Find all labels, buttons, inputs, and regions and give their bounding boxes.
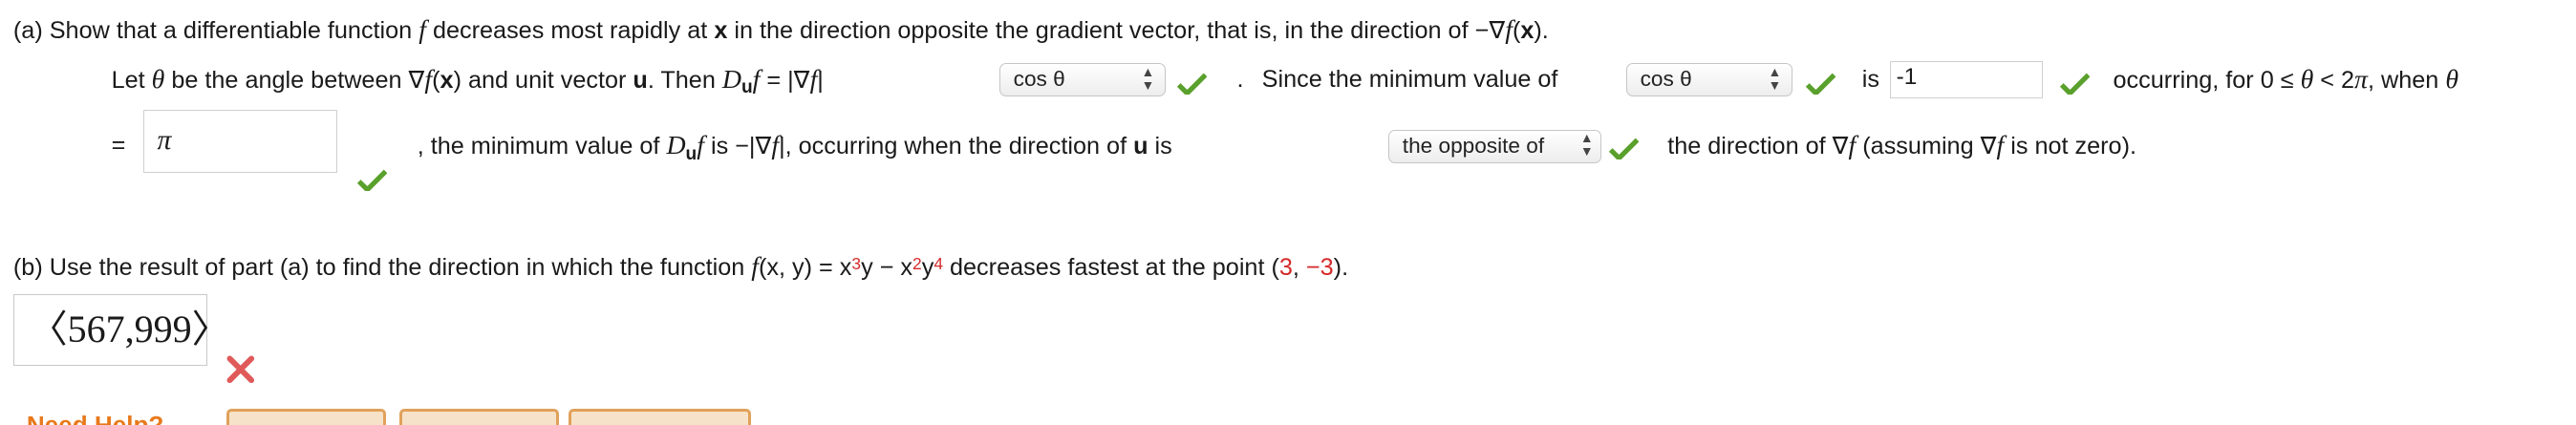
correct-check-icon [1176,73,1208,96]
theta-symbol: θ [2300,64,2314,95]
select-cos-theta-2[interactable]: cos θ ▲ ▼ [1625,63,1792,96]
text: y − x [861,254,913,282]
f-symbol: f [1505,14,1513,45]
text: is −|∇ [703,133,772,160]
select-value: the opposite of [1402,133,1545,158]
f-symbol: f [751,252,760,283]
exponent: 4 [934,254,943,273]
text: Let [111,66,152,94]
text: , the minimum value of [417,133,667,160]
equals-sign: = [111,132,126,159]
text: y [921,254,934,282]
correct-check-icon [357,169,388,192]
f-symbol: f [419,14,426,45]
dot-separator: . [1236,65,1244,93]
text: ( [432,66,440,94]
text: | [817,66,824,94]
part-a-intro: (a) Show that a differentiable function … [13,15,1549,46]
exponent: 3 [851,254,862,273]
let-theta-sentence: Let θ be the angle between ∇f(x) and uni… [112,65,824,97]
theta-symbol: θ [151,64,165,95]
help-button-3[interactable] [569,409,752,425]
text: . Then [647,66,722,94]
text: , when [2368,66,2446,94]
part-b-question: (b) Use the result of part (a) to find t… [13,252,1348,283]
directional-derivative-symbol: D [721,64,741,95]
f-symbol: f [771,131,780,161]
occurring-text: occurring, for 0 ≤ θ < 2π, when θ [2114,65,2458,96]
f-symbol: f [697,131,704,161]
u-vector: u [1133,133,1148,160]
min-value-input[interactable]: -1 [1890,61,2044,98]
text: in the direction opposite the gradient v… [727,16,1506,44]
text: ). [1333,254,1349,282]
pi-symbol: π [2354,64,2368,95]
incorrect-x-icon [226,355,254,384]
updown-arrows-icon: ▲ ▼ [1579,130,1594,159]
text: the direction of ∇ [1667,133,1849,160]
text: ). [1534,16,1549,44]
f-symbol: f [424,64,433,95]
theta-symbol: θ [2445,64,2458,95]
text: , [1292,254,1306,282]
select-value: cos θ [1013,67,1065,92]
text: occurring, for 0 ≤ [2113,66,2301,94]
text: is [1148,133,1172,160]
u-vector: u [633,66,648,94]
exponent: 2 [912,254,922,273]
help-button-2[interactable] [398,409,559,425]
minimum-value-sentence: , the minimum value of Duf is −|∇f|, occ… [418,131,1172,163]
updown-arrows-icon: ▲ ▼ [1141,63,1155,93]
text: = |∇ [760,66,810,94]
is-text: is [1861,65,1880,93]
select-value: cos θ [1640,67,1692,92]
help-button-1[interactable] [225,409,386,425]
text: (a) Show that a differentiable function [12,16,419,44]
since-text: Since the minimum value of [1261,65,1558,93]
answer-input[interactable]: 〈567,999〉 [12,293,230,366]
text: < 2 [2313,66,2355,94]
text: ) and unit vector [453,66,633,94]
text: is not zero). [2004,133,2136,160]
function-args: (x, y) = x [759,254,852,282]
text: (b) Use the result of part (a) to find t… [12,254,752,282]
select-direction[interactable]: the opposite of ▲ ▼ [1387,129,1601,163]
x-vector: x [714,16,728,44]
directional-derivative-symbol: D [666,131,686,161]
updown-arrows-icon: ▲ ▼ [1768,63,1782,93]
u-subscript: u [741,77,753,98]
correct-check-icon [1609,138,1640,160]
theta-value-input[interactable]: π [142,109,338,173]
text: (assuming ∇ [1856,133,1997,160]
correct-check-icon [2059,73,2091,96]
point-y: −3 [1305,254,1334,282]
text: decreases most rapidly at [425,16,715,44]
x-vector: x [440,66,454,94]
x-vector: x [1520,16,1535,44]
text: decreases fastest at the point ( [943,254,1279,282]
need-help-label: Need Help? [26,410,164,425]
text: be the angle between ∇ [164,66,425,94]
text: |, occurring when the direction of [779,133,1134,160]
point-x: 3 [1278,254,1293,282]
u-subscript: u [685,143,698,164]
correct-check-icon [1805,73,1835,96]
select-cos-theta-1[interactable]: cos θ ▲ ▼ [998,63,1166,96]
direction-of-text: the direction of ∇f (assuming ∇f is not … [1667,131,2136,161]
